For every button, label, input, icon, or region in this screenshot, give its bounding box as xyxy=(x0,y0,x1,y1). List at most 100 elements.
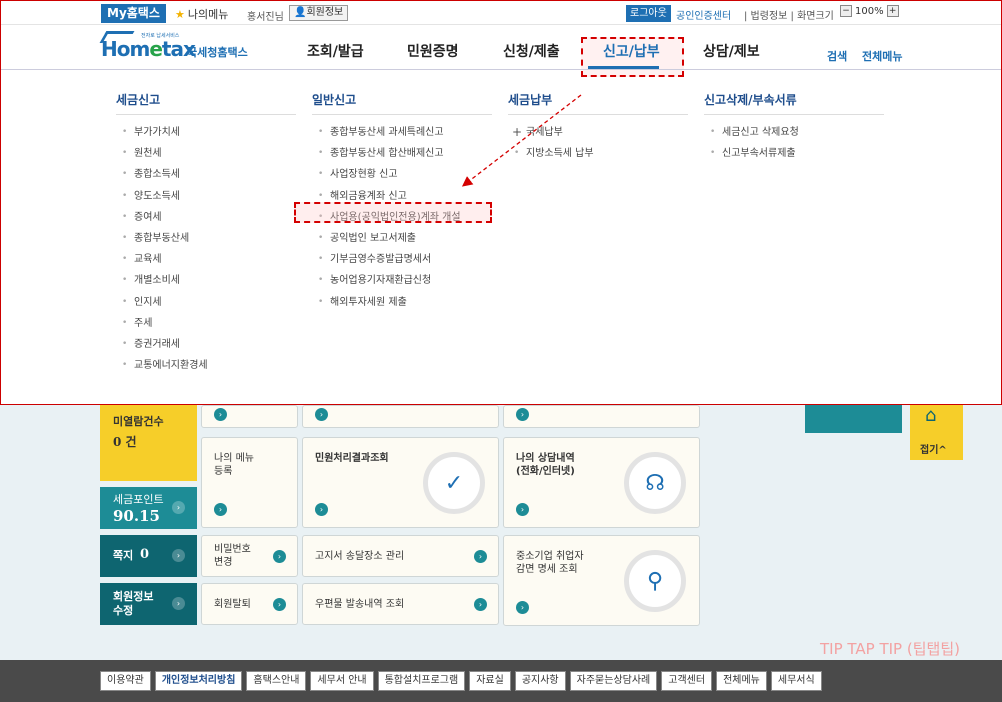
my-menu-link[interactable]: ★ 나의메뉴 xyxy=(175,6,228,22)
zoom-in-button[interactable]: + xyxy=(886,5,899,17)
menu-item[interactable]: 해외투자세원 제출 xyxy=(312,292,492,313)
menu-item[interactable]: 국세납부 xyxy=(508,122,688,143)
menu-item[interactable]: 종합부동산세 합산배제신고 xyxy=(312,143,492,164)
check-circle-icon: ✓ xyxy=(423,452,485,514)
gnb-certificate[interactable]: 민원증명 xyxy=(407,41,459,61)
footer-links: 이용약관 개인정보처리방침 홈택스안내 세무서 안내 통합설치프로그램 자료실 … xyxy=(100,671,822,691)
teal-card-cropped[interactable] xyxy=(805,405,902,433)
tile-cropped[interactable]: › xyxy=(503,405,700,428)
footer-link[interactable]: 개인정보처리방침 xyxy=(154,671,243,691)
tile-label: 비밀번호 변경 xyxy=(214,544,251,568)
civil-result-tile[interactable]: 민원처리결과조회 ✓ › xyxy=(302,437,499,528)
unread-card[interactable]: 미열람건수 0 건 xyxy=(100,405,197,481)
hometax-logo[interactable]: 전자로 납세서비스 Hometax 국세청홈택스 xyxy=(99,29,251,63)
quick-home-box[interactable]: ⌂ 접기^ xyxy=(910,405,963,460)
footer-link[interactable]: 자주묻는상담사례 xyxy=(569,671,658,691)
tax-point-card[interactable]: 세금포인트 90.15 › xyxy=(100,487,197,529)
arrow-right-icon: › xyxy=(315,503,328,516)
menu-item[interactable]: 농어업용기자재환급신청 xyxy=(312,270,492,291)
arrow-right-icon: › xyxy=(273,598,286,611)
util-links[interactable]: | 법령정보 | 화면크기 xyxy=(744,7,834,22)
tile-label: 중소기업 취업자 감면 명세 조회 xyxy=(516,551,584,575)
note-label: 쪽지 xyxy=(113,549,134,562)
withdraw-tile[interactable]: 회원탈퇴 › xyxy=(201,583,298,625)
menu-item[interactable]: 증여세 xyxy=(116,207,296,228)
tile-cropped[interactable]: › xyxy=(302,405,499,428)
search-link[interactable]: 검색 xyxy=(827,48,847,64)
arrow-right-icon: › xyxy=(315,408,328,421)
sme-exempt-tile[interactable]: 중소기업 취업자 감면 명세 조회 ⚲ › xyxy=(503,535,700,626)
menu-item[interactable]: 종합부동산세 과세특례신고 xyxy=(312,122,492,143)
column-title: 일반신고 xyxy=(312,91,492,115)
arrow-right-icon: › xyxy=(214,503,227,516)
member-edit-card[interactable]: 회원정보 수정 › xyxy=(100,583,197,625)
menu-item[interactable]: 교통에너지환경세 xyxy=(116,355,296,376)
menu-item[interactable]: 원천세 xyxy=(116,143,296,164)
menu-item[interactable]: 종합소득세 xyxy=(116,164,296,185)
arrow-right-icon: › xyxy=(516,503,529,516)
menu-item[interactable]: 주세 xyxy=(116,313,296,334)
member-info-button[interactable]: 👤회원정보 xyxy=(289,5,349,21)
zoom-out-button[interactable]: − xyxy=(840,5,852,17)
footer-link[interactable]: 전체메뉴 xyxy=(716,671,767,691)
watermark: TIP TAP TIP (팁탭팁) xyxy=(820,640,960,658)
zoom-level: 100% xyxy=(855,5,884,17)
tile-label: 우편물 발송내역 조회 xyxy=(315,599,405,610)
gnb-inquiry[interactable]: 조회/발급 xyxy=(307,41,364,61)
password-change-tile[interactable]: 비밀번호 변경 › xyxy=(201,535,298,577)
notice-place-tile[interactable]: 고지서 송달장소 관리 › xyxy=(302,535,499,577)
arrow-right-icon: › xyxy=(172,501,185,514)
menu-item[interactable]: 부가가치세 xyxy=(116,122,296,143)
menu-item[interactable]: 신고부속서류제출 xyxy=(704,143,884,164)
unread-label: 미열람건수 xyxy=(113,415,164,428)
arrow-right-icon: › xyxy=(474,598,487,611)
menu-item[interactable]: 교육세 xyxy=(116,249,296,270)
cert-center-link[interactable]: 공인인증센터 xyxy=(676,7,731,22)
menu-item[interactable]: 기부금영수증발급명세서 xyxy=(312,249,492,270)
menu-column-delete-attachments: 신고삭제/부속서류 세금신고 삭제요청 신고부속서류제출 xyxy=(704,91,884,164)
menu-item[interactable]: 세금신고 삭제요청 xyxy=(704,122,884,143)
arrow-right-icon: › xyxy=(172,549,185,562)
arrow-right-icon: › xyxy=(172,597,185,610)
note-card[interactable]: 쪽지 0 › xyxy=(100,535,197,577)
fold-button[interactable]: 접기^ xyxy=(920,441,947,456)
tile-label: 회원탈퇴 xyxy=(214,599,251,610)
footer-link[interactable]: 고객센터 xyxy=(661,671,713,691)
menu-item[interactable]: 공익법인 보고서제출 xyxy=(312,228,492,249)
menu-item[interactable]: 개별소비세 xyxy=(116,270,296,291)
member-info-label: 회원정보 xyxy=(306,7,344,18)
menu-item[interactable]: 종합부동산세 xyxy=(116,228,296,249)
menu-item[interactable]: 지방소득세 납부 xyxy=(508,143,688,164)
menu-column-tax-report: 세금신고 부가가치세 원천세 종합소득세 양도소득세 증여세 종합부동산세 교육… xyxy=(116,91,296,376)
star-icon: ★ xyxy=(175,8,185,21)
mail-history-tile[interactable]: 우편물 발송내역 조회 › xyxy=(302,583,499,625)
tile-cropped[interactable]: › xyxy=(201,405,298,428)
logo-word-a: Hom xyxy=(101,37,150,61)
menu-item[interactable]: 사업장현황 신고 xyxy=(312,164,492,185)
logout-button[interactable]: 로그아웃 xyxy=(626,5,671,22)
footer-link[interactable]: 홈택스안내 xyxy=(246,671,307,691)
footer-link[interactable]: 자료실 xyxy=(469,671,511,691)
all-menu-link[interactable]: 전체메뉴 xyxy=(862,48,902,64)
header-divider xyxy=(1,69,1001,70)
footer-link[interactable]: 세무서 안내 xyxy=(310,671,374,691)
note-value: 0 xyxy=(140,547,150,562)
footer-link[interactable]: 공지사항 xyxy=(514,671,566,691)
user-icon: 👤 xyxy=(294,7,307,18)
my-hometax-button[interactable]: My홈택스 xyxy=(101,4,166,23)
gnb-consult[interactable]: 상담/제보 xyxy=(703,41,760,61)
gnb-application[interactable]: 신청/제출 xyxy=(503,41,560,61)
menu-item[interactable]: 인지세 xyxy=(116,292,296,313)
menu-item[interactable]: 양도소득세 xyxy=(116,186,296,207)
footer-link[interactable]: 통합설치프로그램 xyxy=(377,671,466,691)
column-title: 세금신고 xyxy=(116,91,296,115)
footer-link[interactable]: 이용약관 xyxy=(100,671,151,691)
my-menu-register-tile[interactable]: 나의 메뉴 등록 › xyxy=(201,437,298,528)
footer-link[interactable]: 세무서식 xyxy=(770,671,822,691)
menu-item[interactable]: 증권거래세 xyxy=(116,334,296,355)
utility-bar: My홈택스 ★ 나의메뉴 홍서진님 👤회원정보 로그아웃 공인인증센터 | 법령정… xyxy=(1,1,1001,25)
logo-korean: 국세청홈택스 xyxy=(187,46,248,59)
arrow-right-icon: › xyxy=(214,408,227,421)
gnb-report-payment[interactable]: 신고/납부 xyxy=(603,41,660,61)
my-consult-tile[interactable]: 나의 상담내역 (전화/인터넷) ☊ › xyxy=(503,437,700,528)
